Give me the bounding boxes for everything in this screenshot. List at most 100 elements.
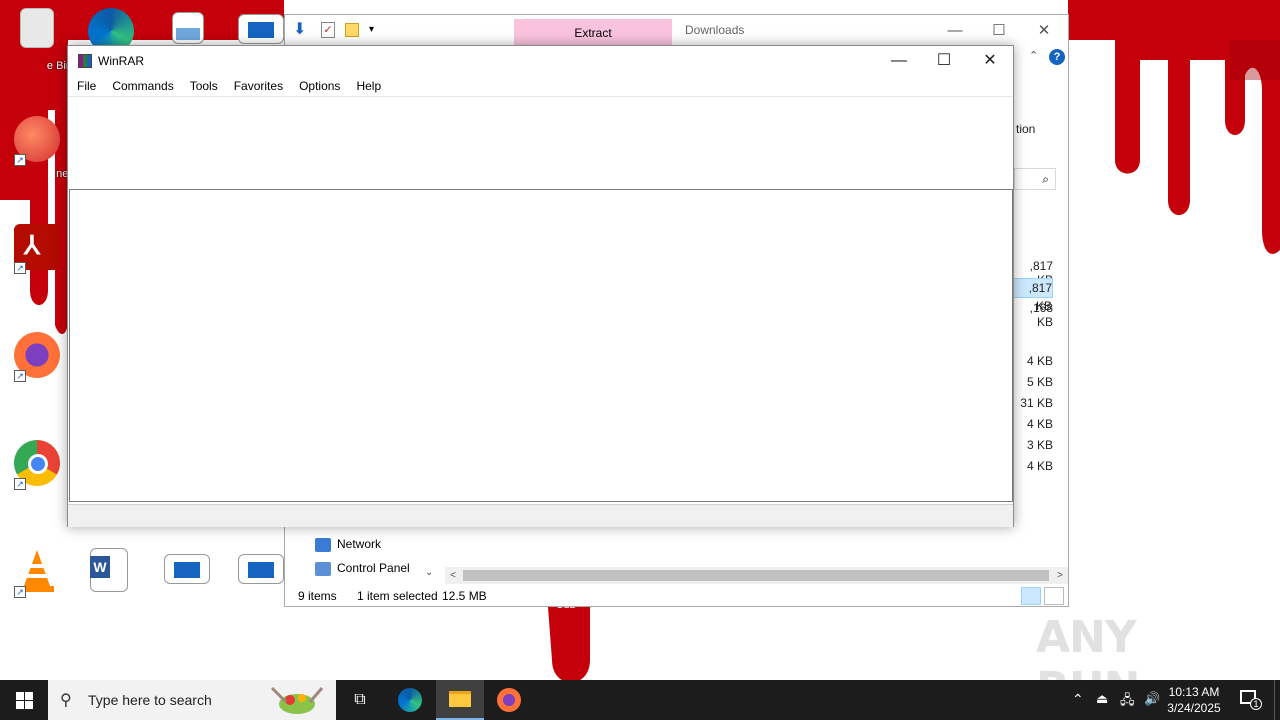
maximize-icon[interactable]: ☐ — [977, 19, 1021, 43]
volume-tray-icon[interactable]: 🔊 — [1142, 680, 1160, 720]
control-panel-icon — [315, 561, 331, 576]
minimize-icon[interactable]: — — [933, 19, 977, 43]
winrar-titlebar[interactable]: WinRAR — ☐ ✕ — [68, 46, 1013, 76]
shortcut-arrow-icon: ↗ — [14, 262, 26, 274]
shortcut-arrow-icon: ↗ — [14, 370, 26, 382]
properties-icon[interactable]: ✓ — [321, 22, 335, 38]
task-view-icon: ⧉ — [354, 691, 366, 708]
chrome-icon[interactable]: ↗ — [2, 436, 72, 516]
watermark: ANY RUN — [1036, 612, 1140, 680]
details-view-icon[interactable] — [1021, 587, 1041, 605]
file-list[interactable] — [69, 189, 1013, 502]
menu-favorites[interactable]: Favorites — [234, 76, 291, 96]
search-icon: ⚲ — [60, 692, 72, 709]
ribbon-label-fragment: tion — [1016, 122, 1036, 136]
picture-preview-icon — [176, 28, 200, 40]
file-explorer-taskbar-button[interactable] — [436, 680, 484, 720]
new-folder-icon[interactable] — [345, 23, 359, 37]
horizontal-scrollbar[interactable]: < > — [445, 567, 1068, 584]
quick-access-toolbar: ⬇ ✓ ▾ — [293, 21, 379, 39]
file-size: 4 KB — [1026, 354, 1053, 368]
close-icon[interactable]: ✕ — [967, 46, 1013, 76]
file-size: 31 KB — [1020, 396, 1053, 410]
network-tray-icon[interactable]: 🖧 — [1118, 680, 1136, 720]
menu-tools[interactable]: Tools — [190, 76, 226, 96]
file-size: 4 KB — [1026, 459, 1053, 473]
explorer-title: Downloads — [685, 23, 745, 37]
notification-count-badge: 1 — [1250, 698, 1262, 710]
winrar-window[interactable]: WinRAR — ☐ ✕ File Commands Tools Favorit… — [67, 45, 1014, 527]
nav-item-network[interactable]: Network — [315, 537, 381, 552]
show-hidden-icons-button[interactable]: ⌃ — [1070, 680, 1088, 720]
help-icon[interactable]: ? — [1049, 49, 1065, 65]
file-size: 5 KB — [1026, 375, 1053, 389]
recycle-bin-icon[interactable]: e Bin — [2, 4, 72, 84]
folder-icon — [449, 691, 471, 707]
window-preview-icon — [174, 562, 200, 578]
window-preview-icon — [248, 22, 274, 38]
search-placeholder: Type here to search — [88, 692, 212, 708]
scrollbar-thumb[interactable] — [463, 570, 1049, 581]
down-arrow-icon[interactable]: ⬇ — [293, 21, 311, 39]
firefox-taskbar-button[interactable] — [485, 680, 533, 720]
device-tray-icon[interactable]: ⏏ — [1094, 680, 1112, 720]
vlc-icon[interactable]: ↗ — [2, 544, 72, 624]
maximize-icon[interactable]: ☐ — [921, 46, 967, 76]
menu-bar: File Commands Tools Favorites Options He… — [68, 76, 1013, 96]
explorer-titlebar[interactable]: ⬇ ✓ ▾ Extract Downloads — ☐ ✕ — [285, 15, 1068, 47]
shortcut-arrow-icon: ↗ — [14, 154, 26, 166]
menu-help[interactable]: Help — [356, 76, 389, 96]
large-icons-view-icon[interactable] — [1044, 587, 1064, 605]
search-icon: ⌕ — [1042, 172, 1049, 186]
clock[interactable]: 10:13 AM 3/24/2025 — [1160, 684, 1228, 716]
task-view-button[interactable]: ⧉ — [336, 680, 384, 720]
shortcut-arrow-icon: ↗ — [14, 586, 26, 598]
clock-date: 3/24/2025 — [1167, 701, 1221, 715]
chevron-up-icon: ⌃ — [1072, 691, 1084, 707]
ribbon-collapse-icon[interactable]: ⌃ — [1029, 49, 1038, 62]
window-title: WinRAR — [98, 54, 145, 68]
scroll-left-icon[interactable]: < — [445, 567, 461, 584]
file-size: 4 KB — [1026, 417, 1053, 431]
search-input[interactable]: ⌕ — [1014, 168, 1056, 190]
scroll-right-icon[interactable]: > — [1052, 567, 1068, 584]
status-bar — [68, 504, 1013, 527]
file-size-selected[interactable]: ,817 KB — [1013, 278, 1053, 313]
firefox-icon — [497, 688, 521, 712]
ccleaner-icon[interactable]: ↗ ner — [2, 112, 72, 192]
notifications-button[interactable]: 1 — [1236, 680, 1266, 720]
network-status-icon: 🖧 — [1120, 692, 1135, 707]
show-desktop-button[interactable] — [1274, 680, 1280, 720]
usb-device-icon: ⏏ — [1096, 691, 1109, 706]
network-icon — [315, 537, 331, 552]
nav-scroll-down-icon[interactable]: ⌄ — [425, 567, 433, 578]
acrobat-glyph-icon: ⅄ — [24, 230, 40, 260]
selection-count: 1 item selected — [357, 589, 438, 603]
status-bar: 9 items 1 item selected 12.5 MB — [285, 585, 1068, 607]
window-preview-icon — [248, 562, 274, 578]
clock-time: 10:13 AM — [1168, 685, 1220, 699]
word-document-icon[interactable]: W — [76, 544, 146, 624]
customize-dropdown-icon[interactable]: ▾ — [369, 21, 379, 39]
taskbar-search[interactable]: ⚲ Type here to search — [48, 680, 336, 720]
start-button[interactable] — [0, 680, 48, 720]
minimize-icon[interactable]: — — [876, 46, 922, 76]
acrobat-reader-icon[interactable]: ⅄ ↗ — [2, 220, 72, 300]
menu-commands[interactable]: Commands — [112, 76, 181, 96]
nav-item-control-panel[interactable]: Control Panel — [315, 561, 410, 576]
item-count: 9 items — [298, 589, 337, 603]
search-highlight-illustration-icon — [270, 686, 324, 714]
extract-tab[interactable]: Extract — [514, 19, 672, 47]
window-file-icon[interactable] — [152, 544, 222, 624]
menu-options[interactable]: Options — [299, 76, 348, 96]
close-icon[interactable]: ✕ — [1022, 19, 1066, 43]
toolbar-area — [68, 96, 1013, 188]
chrome-center-icon — [28, 454, 48, 474]
taskbar: ⚲ Type here to search ⧉ ⌃ ⏏ 🖧 🔊 10:13 AM… — [0, 680, 1280, 720]
selection-size: 12.5 MB — [442, 589, 487, 603]
firefox-icon[interactable]: ↗ — [2, 328, 72, 408]
shortcut-arrow-icon: ↗ — [14, 478, 26, 490]
menu-file[interactable]: File — [77, 76, 104, 96]
edge-icon — [398, 688, 422, 712]
edge-taskbar-button[interactable] — [386, 680, 434, 720]
